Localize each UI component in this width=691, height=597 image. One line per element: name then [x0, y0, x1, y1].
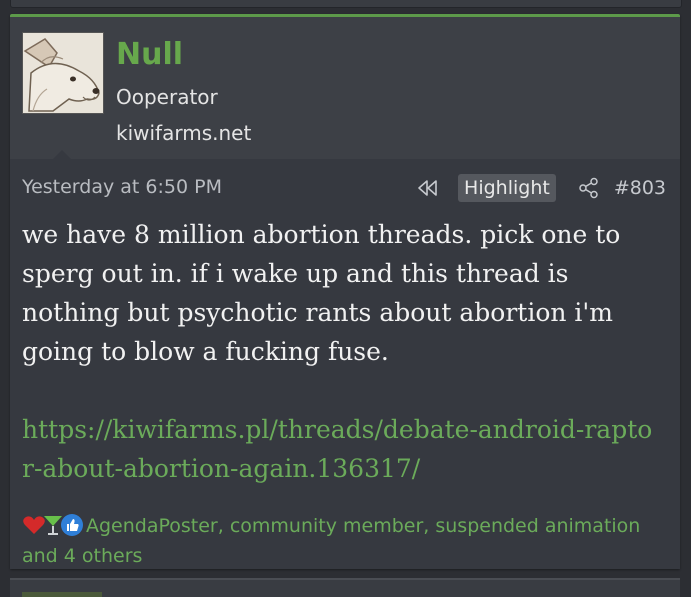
reactions-bar[interactable]: AgendaPoster, community member, suspende…: [22, 511, 662, 571]
reactions-summary[interactable]: AgendaPoster, community member, suspende…: [22, 515, 640, 567]
share-icon[interactable]: [578, 177, 600, 199]
thread-link[interactable]: https://kiwifarms.pl/threads/debate-andr…: [22, 410, 662, 488]
message-content: we have 8 million abortion threads. pick…: [22, 215, 662, 488]
username[interactable]: Null: [116, 37, 183, 72]
thumbs-up-icon: [60, 513, 84, 537]
post-actions: Highlight #803: [416, 173, 666, 203]
highlight-button[interactable]: Highlight: [458, 174, 556, 202]
post-timestamp[interactable]: Yesterday at 6:50 PM: [22, 176, 222, 198]
post-number-link[interactable]: #803: [614, 177, 666, 199]
post-user-bar: Null Ooperator kiwifarms.net: [10, 17, 680, 160]
message-text: we have 8 million abortion threads. pick…: [22, 220, 621, 366]
next-post-avatar[interactable]: [22, 592, 102, 597]
reaction-icons: [22, 513, 83, 537]
post-body: Yesterday at 6:50 PM Highlight #803 we h…: [10, 159, 680, 569]
user-title: Ooperator: [116, 85, 218, 109]
thread-page: Null Ooperator kiwifarms.net Yesterday a…: [0, 0, 691, 597]
avatar[interactable]: [22, 32, 104, 114]
rewind-icon[interactable]: [416, 179, 440, 197]
dog-avatar-icon: [23, 33, 103, 113]
user-blurb: kiwifarms.net: [116, 121, 252, 145]
next-post: [10, 578, 680, 597]
post-803: Null Ooperator kiwifarms.net Yesterday a…: [10, 14, 680, 569]
previous-post: [10, 0, 682, 8]
